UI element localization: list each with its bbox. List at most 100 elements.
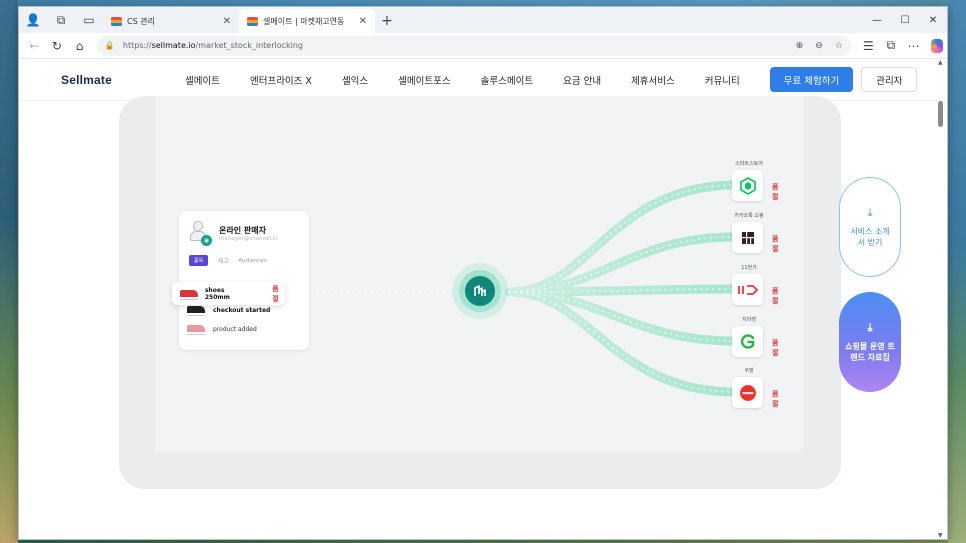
zoom-icon[interactable]: ⊕ xyxy=(796,41,804,51)
new-tab-button[interactable]: + xyxy=(375,9,399,33)
service-intro-download-button[interactable]: ⤓ 서비스 소개서 받기 xyxy=(839,177,901,277)
workspaces-icon[interactable]: ⧉ xyxy=(47,7,75,33)
free-trial-button[interactable]: 무료 체험하기 xyxy=(769,67,854,92)
smartstore-icon xyxy=(732,170,763,201)
favorites-icon[interactable]: ☰ xyxy=(857,35,880,57)
event-label: shoes 250mm xyxy=(204,286,230,301)
nav-pricing[interactable]: 요금 안내 xyxy=(563,73,601,87)
tab-cs[interactable]: CS 관리 ✕ xyxy=(103,9,239,33)
nav-partners[interactable]: 제휴서비스 xyxy=(631,73,675,87)
lock-icon[interactable]: 🔒 xyxy=(105,41,115,50)
market-name: 카카오톡 쇼핑 xyxy=(734,213,764,219)
nav-sellmate-pos[interactable]: 셀메이트포스 xyxy=(398,73,450,87)
event-checkout-started: checkout started xyxy=(187,306,271,316)
seller-avatar-icon: ▣ xyxy=(189,221,212,246)
page-scrollbar[interactable]: ▲ ▼ xyxy=(935,59,947,539)
tab-title: 셀메이트 | 마켓재고연동 xyxy=(263,16,345,26)
site-header: Sellmate 셀메이트 엔터프라이즈 X 셀익스 셀메이트포스 솔루스메이트… xyxy=(19,59,947,101)
seller-tab-stock: 재고 xyxy=(218,258,229,265)
close-tab-icon[interactable]: ✕ xyxy=(223,16,231,27)
scroll-up-icon[interactable]: ▲ xyxy=(938,59,943,66)
maximize-icon[interactable]: ☐ xyxy=(891,7,919,33)
soldout-badge: 품절 xyxy=(772,183,779,201)
url-text[interactable]: https://sellmate.io/market_stock_interlo… xyxy=(123,41,784,50)
favicon-icon xyxy=(247,16,258,26)
kakao-shopping-icon xyxy=(732,222,763,253)
nav-community[interactable]: 커뮤니티 xyxy=(705,73,740,87)
desktop-wallpaper-right xyxy=(948,0,966,543)
event-label: product added xyxy=(213,325,257,333)
close-tab-icon[interactable]: ✕ xyxy=(359,16,367,27)
seller-tab-items: 품목 xyxy=(189,255,209,266)
scroll-down-icon[interactable]: ▼ xyxy=(938,532,943,539)
seller-tabs: 품목 재고 Audiences xyxy=(189,255,267,266)
market-smartstore: 스마트스토어 품절 xyxy=(732,160,778,201)
shoe-icon xyxy=(187,325,205,335)
seller-name: 온라인 판매자 xyxy=(219,226,266,235)
url-path: /market_stock_interlocking xyxy=(195,41,304,50)
stock-sync-illustration: ▣ 온라인 판매자 manager@channel.kr 품목 재고 Audie… xyxy=(119,96,841,489)
gmarket-icon xyxy=(732,326,763,357)
event-shoes-soldout: shoes 250mm 품절 xyxy=(172,282,285,305)
shoe-icon xyxy=(187,306,205,316)
favicon-icon xyxy=(111,16,122,26)
close-window-icon[interactable]: ✕ xyxy=(919,7,947,33)
market-gmarket: 지마켓 품절 xyxy=(732,316,778,357)
nav-enterprise-x[interactable]: 엔터프라이즈 X xyxy=(250,73,312,87)
copilot-icon[interactable] xyxy=(930,38,944,53)
scroll-thumb[interactable] xyxy=(938,101,943,127)
home-icon[interactable]: ⌂ xyxy=(68,35,91,57)
url-host: sellmate.io xyxy=(151,41,196,50)
collections-icon[interactable]: ⧉ xyxy=(880,35,903,57)
service-intro-label: 서비스 소개서 받기 xyxy=(850,226,890,248)
window-controls: — ☐ ✕ xyxy=(863,7,947,33)
nav-sellex[interactable]: 셀익스 xyxy=(342,73,368,87)
seller-email: manager@channel.kr xyxy=(219,236,279,242)
desktop-wallpaper-left xyxy=(0,0,18,543)
market-name: 지마켓 xyxy=(742,317,756,323)
tab-strip: 👤 ⧉ ▭ CS 관리 ✕ 셀메이트 | 마켓재고연동 ✕ + — ☐ ✕ xyxy=(19,7,947,33)
11st-icon xyxy=(732,274,763,305)
profile-icon[interactable]: 👤 xyxy=(19,7,47,33)
download-icon: ⤓ xyxy=(867,320,873,334)
admin-button[interactable]: 관리자 xyxy=(861,67,918,92)
seller-badge-icon: ▣ xyxy=(201,235,212,246)
coupang-icon xyxy=(732,377,763,408)
market-name: 쿠팡 xyxy=(744,368,754,374)
address-bar[interactable]: 🔒 https://sellmate.io/market_stock_inter… xyxy=(96,35,851,56)
event-product-added: product added xyxy=(187,325,257,335)
soldout-badge: 품절 xyxy=(772,339,779,357)
sellmate-hub xyxy=(452,263,508,319)
main-nav: 셀메이트 엔터프라이즈 X 셀익스 셀메이트포스 솔루스메이트 요금 안내 제휴… xyxy=(185,73,770,87)
tab-actions-icon[interactable]: ▭ xyxy=(75,7,103,33)
soldout-badge: 품절 xyxy=(272,284,279,303)
reader-icon[interactable]: ⊖ xyxy=(815,41,823,51)
minimize-icon[interactable]: — xyxy=(863,7,891,33)
nav-solusmate[interactable]: 솔루스메이트 xyxy=(481,73,533,87)
favorite-star-icon[interactable]: ☆ xyxy=(835,41,843,51)
trend-report-download-button[interactable]: ⤓ 쇼핑몰 운영 트렌드 자료집 xyxy=(839,292,901,392)
market-kakao: 카카오톡 쇼핑 품절 xyxy=(732,212,778,253)
refresh-icon[interactable]: ↻ xyxy=(46,35,69,57)
shoe-icon xyxy=(180,289,198,300)
navigation-bar: ← ↻ ⌂ 🔒 https://sellmate.io/market_stock… xyxy=(19,33,947,59)
tab-sellmate[interactable]: 셀메이트 | 마켓재고연동 ✕ xyxy=(239,9,375,33)
sellmate-hub-icon xyxy=(465,276,495,306)
site-logo[interactable]: Sellmate xyxy=(61,73,185,87)
soldout-badge: 품절 xyxy=(772,235,779,253)
back-icon[interactable]: ← xyxy=(23,35,46,57)
market-11st: 11번가 품절 xyxy=(732,264,778,305)
soldout-badge: 품절 xyxy=(772,287,779,305)
seller-tab-audiences: Audiences xyxy=(238,257,267,264)
url-scheme: https:// xyxy=(122,41,152,50)
market-name: 11번가 xyxy=(741,265,757,271)
market-name: 스마트스토어 xyxy=(735,161,763,167)
market-coupang: 쿠팡 품절 xyxy=(732,367,778,408)
browser-window: 👤 ⧉ ▭ CS 관리 ✕ 셀메이트 | 마켓재고연동 ✕ + — ☐ ✕ ← … xyxy=(18,6,948,540)
seller-card: ▣ 온라인 판매자 manager@channel.kr 품목 재고 Audie… xyxy=(179,211,309,350)
nav-sellmate[interactable]: 셀메이트 xyxy=(185,73,220,87)
tab-title: CS 관리 xyxy=(127,16,155,26)
event-label: checkout started xyxy=(213,306,271,314)
more-icon[interactable]: ⋯ xyxy=(902,35,925,57)
trend-report-label: 쇼핑몰 운영 트렌드 자료집 xyxy=(845,341,895,363)
